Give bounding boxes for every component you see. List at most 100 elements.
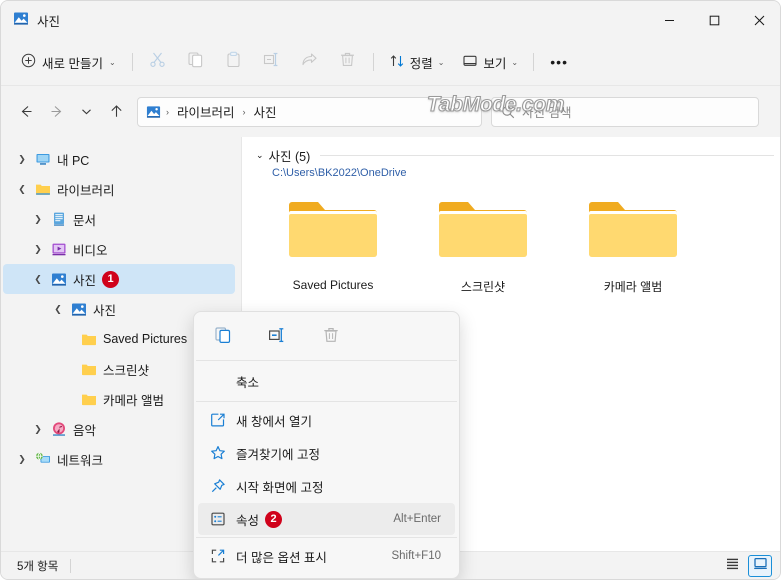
star-icon [210, 445, 236, 461]
view-button[interactable]: 보기 ⌄ [453, 46, 527, 78]
step-badge-2: 2 [265, 510, 283, 528]
group-header[interactable]: ⌄ 사진 (5) [242, 137, 780, 165]
address-bar-row: › 라이브러리 › 사진 사진 검색 [1, 86, 780, 137]
file-item-label: 카메라 앨범 [603, 280, 663, 294]
sidebar-item-label: Saved Pictures [103, 332, 188, 346]
forward-button[interactable] [41, 97, 71, 127]
copy-icon [214, 326, 232, 347]
context-item-show-more-options[interactable]: 더 많은 옵션 표시 Shift+F10 [198, 540, 455, 572]
sidebar-item-label: 네트워크 [57, 453, 104, 468]
chevron-down-icon: ⌄ [511, 57, 519, 67]
command-bar: 새로 만들기 ⌄ 정렬 ⌄ 보기 ⌄ ••• [1, 39, 780, 86]
chevron-down-icon[interactable]: ❮ [11, 184, 33, 195]
file-item[interactable]: Saved Pictures [278, 193, 388, 295]
sidebar-item-label: 사진 [73, 273, 97, 288]
close-button[interactable] [737, 1, 780, 39]
breadcrumb-separator-2: › [242, 106, 246, 117]
back-button[interactable] [11, 97, 41, 127]
toolbar-divider [131, 53, 133, 71]
context-copy-button[interactable] [208, 322, 238, 350]
large-icons-view-button[interactable] [748, 554, 772, 577]
sidebar-item-label: 문서 [73, 213, 97, 228]
file-item[interactable]: 카메라 앨범 [578, 193, 688, 295]
sidebar-item-label: 라이브러리 [57, 183, 115, 198]
minimize-button[interactable] [647, 1, 692, 39]
folder-icon [79, 391, 99, 407]
cut-button[interactable] [139, 46, 177, 78]
toolbar-divider-3 [533, 53, 535, 71]
search-input[interactable]: 사진 검색 [491, 96, 759, 127]
context-delete-button[interactable] [316, 322, 346, 350]
context-item-properties[interactable]: 속성 2 Alt+Enter [198, 503, 455, 535]
chevron-down-icon[interactable]: ❮ [27, 274, 49, 285]
sidebar-item-label: 비디오 [73, 243, 108, 258]
context-item-label: 시작 화면에 고정 [236, 480, 324, 495]
chevron-right-icon[interactable]: ❯ [11, 154, 33, 165]
item-count: 5개 항목 [17, 560, 59, 573]
context-item-label: 새 창에서 열기 [236, 414, 312, 429]
list-view-icon [725, 556, 740, 576]
chevron-right-icon[interactable]: ❯ [11, 454, 33, 465]
breadcrumb-item-library[interactable]: 라이브러리 [174, 100, 238, 123]
context-menu-icon-row [194, 316, 459, 358]
chevron-right-icon[interactable]: ❯ [27, 214, 49, 225]
rename-icon [263, 51, 280, 73]
context-menu-divider-3 [196, 537, 457, 538]
rename-icon [268, 326, 286, 347]
chevron-right-icon[interactable]: ❯ [27, 424, 49, 435]
chevron-down-icon[interactable]: ⌄ [256, 150, 264, 161]
search-placeholder: 사진 검색 [522, 106, 572, 120]
share-button[interactable] [291, 46, 329, 78]
maximize-button[interactable] [692, 1, 737, 39]
list-view-button[interactable] [720, 555, 744, 577]
context-menu-divider-1 [196, 360, 457, 361]
context-menu[interactable]: 축소 새 창에서 열기 즐겨찾기에 고정 시작 화면에 고정 속성 2 Alt+… [193, 311, 460, 579]
rename-button[interactable] [253, 46, 291, 78]
context-item-pin-to-start[interactable]: 시작 화면에 고정 [198, 470, 455, 502]
file-grid: Saved Pictures 스크린샷 카메라 앨범 [242, 179, 780, 295]
chevron-down-icon: ⌄ [108, 57, 116, 67]
context-item-accelerator: Shift+F10 [391, 550, 441, 562]
sort-arrows-icon [389, 53, 405, 72]
context-item-label: 즐겨찾기에 고정 [236, 447, 320, 462]
layout-icon [462, 53, 478, 72]
sidebar-item-documents[interactable]: ❯ 문서 [3, 204, 235, 234]
sidebar-item-this-pc[interactable]: ❯ 내 PC [3, 144, 235, 174]
search-icon [501, 105, 515, 119]
pin-icon [210, 478, 236, 494]
sort-button-label: 정렬 [409, 56, 433, 71]
breadcrumb[interactable]: › 라이브러리 › 사진 [137, 96, 482, 127]
folder-icon [439, 193, 527, 270]
context-item-accelerator: Alt+Enter [393, 513, 441, 525]
view-button-label: 보기 [483, 56, 507, 71]
new-button[interactable]: 새로 만들기 ⌄ [11, 46, 126, 78]
sort-button[interactable]: 정렬 ⌄ [380, 46, 454, 78]
chevron-down-icon[interactable]: ❮ [47, 304, 69, 315]
file-item[interactable]: 스크린샷 [428, 193, 538, 295]
folder-icon [33, 181, 53, 197]
recent-locations-button[interactable] [71, 97, 101, 127]
chevron-right-icon[interactable]: ❯ [27, 244, 49, 255]
folder-icon [289, 193, 377, 270]
breadcrumb-separator: › [166, 106, 169, 117]
delete-button[interactable] [329, 46, 367, 78]
title-bar: 사진 [1, 1, 780, 39]
context-rename-button[interactable] [262, 322, 292, 350]
sidebar-item-pictures[interactable]: ❮ 사진 1 [3, 264, 235, 294]
sidebar-item-videos[interactable]: ❯ 비디오 [3, 234, 235, 264]
sidebar-item-label: 사진 [93, 303, 117, 318]
copy-button[interactable] [177, 46, 215, 78]
context-item-collapse[interactable]: 축소 [198, 363, 455, 399]
folder-icon [79, 331, 99, 347]
up-button[interactable] [101, 97, 131, 127]
paste-icon [225, 51, 242, 73]
context-item-pin-to-quick-access[interactable]: 즐겨찾기에 고정 [198, 437, 455, 469]
pictures-icon [49, 271, 69, 287]
context-item-open-new-window[interactable]: 새 창에서 열기 [198, 404, 455, 436]
sidebar-item-libraries[interactable]: ❮ 라이브러리 [3, 174, 235, 204]
more-options-button[interactable]: ••• [540, 46, 578, 78]
paste-button[interactable] [215, 46, 253, 78]
context-menu-divider-2 [196, 401, 457, 402]
breadcrumb-item-pictures[interactable]: 사진 [251, 100, 280, 123]
title-bar-left: 사진 [1, 10, 60, 31]
